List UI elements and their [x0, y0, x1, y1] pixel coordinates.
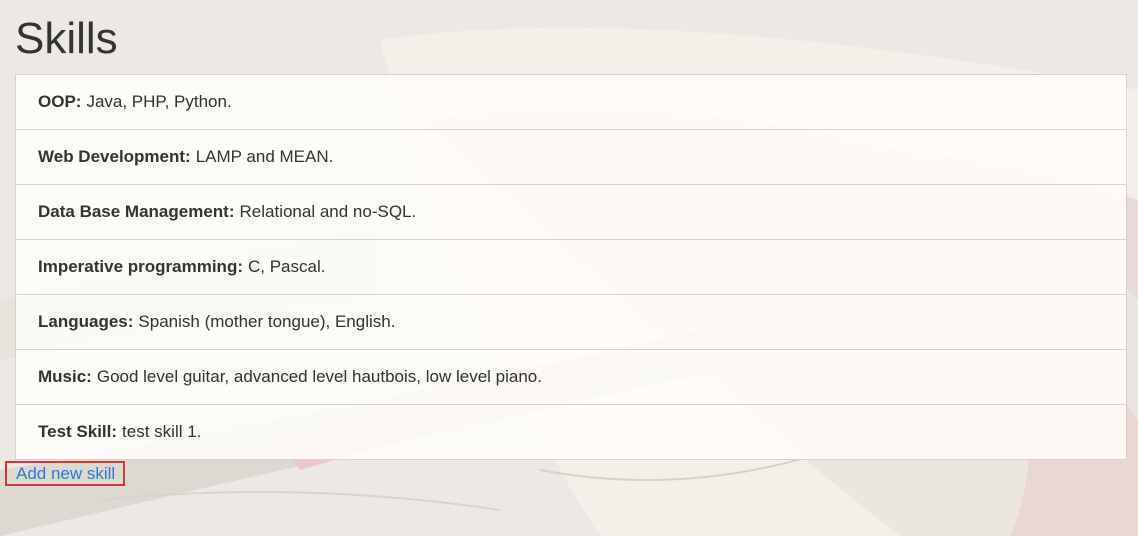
skill-item-imperative-programming: Imperative programming: C, Pascal.: [16, 239, 1126, 294]
skill-value: Spanish (mother tongue), English.: [138, 312, 396, 331]
skill-value: Relational and no-SQL.: [239, 202, 417, 221]
skill-name: Imperative programming:: [38, 257, 243, 276]
skill-value: Good level guitar, advanced level hautbo…: [96, 367, 542, 386]
skill-item-oop: OOP: Java, PHP, Python.: [16, 75, 1126, 129]
skill-value: LAMP and MEAN.: [195, 147, 334, 166]
page-title: Skills: [15, 14, 118, 63]
skill-item-data-base-management: Data Base Management: Relational and no-…: [16, 184, 1126, 239]
skill-name: OOP:: [38, 92, 82, 111]
skill-name: Music:: [38, 367, 92, 386]
skill-value: Java, PHP, Python.: [86, 92, 232, 111]
skill-value: C, Pascal.: [248, 257, 326, 276]
skill-name: Test Skill:: [38, 422, 118, 441]
skill-item-web-development: Web Development: LAMP and MEAN.: [16, 129, 1126, 184]
skills-list: OOP: Java, PHP, Python. Web Development:…: [15, 74, 1127, 460]
skill-name: Web Development:: [38, 147, 191, 166]
skill-value: test skill 1.: [122, 422, 202, 441]
skill-item-test-skill: Test Skill: test skill 1.: [16, 404, 1126, 459]
skill-name: Data Base Management:: [38, 202, 235, 221]
skill-item-languages: Languages: Spanish (mother tongue), Engl…: [16, 294, 1126, 349]
skill-name: Languages:: [38, 312, 134, 331]
skill-item-music: Music: Good level guitar, advanced level…: [16, 349, 1126, 404]
add-new-skill-link[interactable]: Add new skill: [5, 461, 126, 486]
